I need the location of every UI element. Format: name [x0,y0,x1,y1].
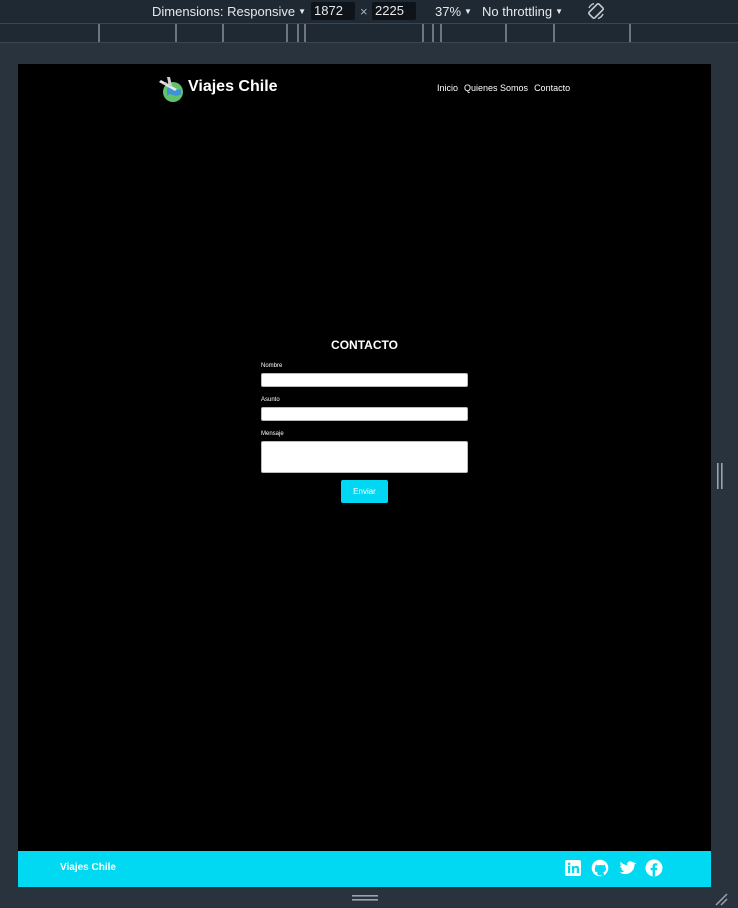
ruler-marker[interactable] [297,24,299,42]
site-header: Viajes Chile Inicio Quienes Somos Contac… [18,64,711,112]
nav-link-quienes-somos[interactable]: Quienes Somos [464,83,528,93]
width-input[interactable]: 1872 [311,2,355,20]
ruler-marker[interactable] [98,24,100,42]
zoom-label: 37% [435,4,462,19]
ruler-marker[interactable] [629,24,631,42]
throttling-dropdown[interactable]: No throttling ▼ [482,3,563,21]
ruler-marker[interactable] [553,24,555,42]
chevron-down-icon: ▼ [464,7,472,16]
social-links [564,859,663,877]
nav-link-inicio[interactable]: Inicio [437,83,458,93]
resize-handle-corner[interactable] [714,892,728,906]
subject-label: Asunto [261,397,280,403]
chevron-down-icon: ▼ [298,7,306,16]
brand-name[interactable]: Viajes Chile [188,78,278,96]
twitter-icon[interactable] [618,859,636,877]
times-sign: × [360,4,368,19]
message-label: Mensaje [261,431,284,437]
contact-form: CONTACTO Nombre Asunto Mensaje Enviar [261,338,468,503]
subject-input[interactable] [261,407,468,421]
device-viewport: Viajes Chile Inicio Quienes Somos Contac… [18,64,711,887]
dimensions-label: Dimensions: Responsive [152,4,296,19]
ruler-marker[interactable] [440,24,442,42]
dimensions-dropdown[interactable]: Dimensions: Responsive ▼ [152,3,306,21]
nav-link-contacto[interactable]: Contacto [534,83,570,93]
footer-brand[interactable]: Viajes Chile [60,862,116,873]
ruler-marker[interactable] [175,24,177,42]
main-nav: Inicio Quienes Somos Contacto [437,83,570,93]
ruler-marker[interactable] [304,24,306,42]
name-input[interactable] [261,373,468,387]
ruler-marker[interactable] [286,24,288,42]
github-icon[interactable] [591,859,609,877]
resize-handle-right[interactable] [716,463,724,489]
contact-title: CONTACTO [331,338,398,352]
site-footer: Viajes Chile [18,851,711,887]
rotate-icon[interactable] [586,1,606,21]
message-textarea[interactable] [261,441,468,473]
ruler-marker[interactable] [222,24,224,42]
zoom-dropdown[interactable]: 37% ▼ [435,3,472,21]
media-query-ruler[interactable] [0,24,738,43]
name-label: Nombre [261,363,283,369]
facebook-icon[interactable] [645,859,663,877]
resize-handle-bottom[interactable] [352,894,378,902]
ruler-marker[interactable] [422,24,424,42]
height-input[interactable]: 2225 [372,2,416,20]
chevron-down-icon: ▼ [555,7,564,16]
linkedin-icon[interactable] [564,859,582,877]
throttling-label: No throttling [482,4,553,19]
devtools-device-toolbar: Dimensions: Responsive ▼ 1872 × 2225 37%… [0,0,738,24]
send-button[interactable]: Enviar [341,480,388,503]
ruler-marker[interactable] [432,24,434,42]
ruler-marker[interactable] [505,24,507,42]
globe-airplane-logo-icon [159,77,183,102]
